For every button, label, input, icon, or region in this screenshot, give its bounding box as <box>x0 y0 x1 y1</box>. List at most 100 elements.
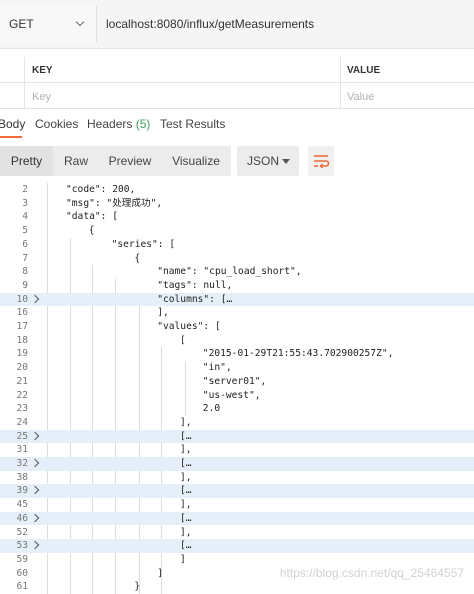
wrap-lines-button[interactable] <box>308 146 334 176</box>
tab-headers[interactable]: Headers (5) <box>87 117 150 131</box>
code-text: { <box>88 225 95 237</box>
format-label: JSON <box>247 154 280 168</box>
line-number: 6 <box>22 238 28 250</box>
response-body[interactable]: 2 "code": 200, 3 "msg": "处理成功", 4 "data": [5{… <box>0 183 474 594</box>
line-number: 8 <box>22 266 28 278</box>
line-number: 18 <box>16 334 28 346</box>
code-text: ], <box>180 526 192 538</box>
code-line: 39 [… <box>0 484 474 499</box>
code-text: ] <box>180 553 186 565</box>
code-line: 7{ <box>0 252 474 266</box>
line-number: 59 <box>16 553 28 565</box>
line-number: 17 <box>16 321 28 332</box>
url-input[interactable]: localhost:8080/influx/getMeasurements <box>106 17 314 31</box>
tab-test-results-label: Test Results <box>160 117 226 131</box>
code-line: 19 "2015-01-29T21:55:43.702900257Z", <box>0 347 474 361</box>
chevron-right-icon[interactable] <box>30 294 40 303</box>
table-divider <box>340 57 341 109</box>
code-line: 53 [… <box>0 539 474 553</box>
chevron-right-icon[interactable] <box>30 540 40 550</box>
code-text: "data": [ <box>66 211 118 223</box>
code-text: ], <box>157 307 169 319</box>
raw-button[interactable]: Raw <box>53 146 99 176</box>
line-number: 20 <box>16 362 28 374</box>
line-number: 38 <box>16 471 28 483</box>
code-text: "code": 200, <box>66 184 136 195</box>
tab-cookies-label: Cookies <box>35 117 79 131</box>
line-number: 22 <box>16 389 28 401</box>
code-line: 6 "series": [ <box>0 238 474 252</box>
tab-headers-label: Headers <box>87 117 133 131</box>
params-table: KEY VALUE Key Value <box>0 57 474 109</box>
line-number: 10 <box>16 293 28 305</box>
line-number: 23 <box>16 403 28 415</box>
code-text: "in", <box>202 362 232 374</box>
code-line: 52], <box>0 526 474 540</box>
code-line: 17 "values": [ <box>0 320 474 334</box>
code-text: 2.0 <box>202 403 221 415</box>
tab-test-results[interactable]: Test Results <box>160 117 225 131</box>
code-text: [… <box>180 430 192 442</box>
code-text: "values": [ <box>157 321 221 332</box>
row-divider <box>0 82 474 83</box>
code-text: [… <box>180 485 192 497</box>
active-tab-indicator <box>0 136 22 138</box>
line-number: 16 <box>16 307 28 319</box>
view-mode-group: Pretty Raw Preview Visualize <box>0 146 231 176</box>
code-line: 5{ <box>0 224 474 238</box>
code-line: 46 [… <box>0 511 474 526</box>
line-number: 21 <box>16 375 28 387</box>
chevron-right-icon[interactable] <box>30 458 40 468</box>
chevron-right-icon[interactable] <box>30 513 40 523</box>
code-text: ] <box>157 567 163 579</box>
line-number: 52 <box>16 526 28 538</box>
line-number: 39 <box>16 485 28 497</box>
chevron-down-icon <box>75 17 85 27</box>
caret-down-icon <box>282 159 290 164</box>
format-select[interactable]: JSON <box>237 146 299 176</box>
line-number: 24 <box>16 416 28 428</box>
tab-body[interactable]: Body <box>0 117 25 131</box>
line-number: 25 <box>16 430 28 442</box>
line-number: 60 <box>16 567 28 579</box>
tab-cookies[interactable]: Cookies <box>35 117 78 131</box>
code-line: 2 "code": 200, <box>0 183 474 197</box>
code-line: 38], <box>0 471 474 485</box>
code-text: [… <box>180 540 192 552</box>
line-number: 45 <box>16 499 28 511</box>
code-text: "us-west", <box>202 389 261 401</box>
method-label: GET <box>9 17 34 31</box>
code-text: } <box>134 581 141 593</box>
line-number: 61 <box>16 581 28 593</box>
code-line: 61} <box>0 580 474 594</box>
line-number: 4 <box>22 211 28 223</box>
table-divider <box>24 57 25 109</box>
chevron-right-icon[interactable] <box>30 431 40 440</box>
code-line: 23 2.0 <box>0 402 474 416</box>
wrap-lines-icon <box>314 155 330 169</box>
code-text: [ <box>180 334 186 346</box>
preview-button[interactable]: Preview <box>99 146 161 176</box>
line-number: 7 <box>22 252 28 264</box>
line-number: 3 <box>22 197 28 209</box>
code-line: 3 "msg": "处理成功", <box>0 197 474 211</box>
code-line: 24], <box>0 416 474 430</box>
code-text: ], <box>180 416 192 428</box>
code-text: "name": "cpu_load_short", <box>157 266 302 278</box>
code-line: 32 [… <box>0 457 474 471</box>
code-line: 18 [ <box>0 334 474 348</box>
response-toolbar: Pretty Raw Preview Visualize JSON <box>0 142 474 180</box>
pretty-button[interactable]: Pretty <box>0 146 53 176</box>
code-text: [… <box>180 512 192 524</box>
chevron-right-icon[interactable] <box>30 486 40 495</box>
code-line: 16], <box>0 306 474 320</box>
row-divider <box>0 108 474 109</box>
line-number: 5 <box>22 225 28 237</box>
line-number: 9 <box>22 279 28 291</box>
request-bar: GET localhost:8080/influx/getMeasurement… <box>0 0 474 49</box>
method-select[interactable]: GET <box>0 6 97 42</box>
visualize-button[interactable]: Visualize <box>161 146 231 176</box>
value-header: VALUE <box>347 65 381 76</box>
code-line: 9 "tags": null, <box>0 279 474 293</box>
key-header: KEY <box>32 65 53 76</box>
